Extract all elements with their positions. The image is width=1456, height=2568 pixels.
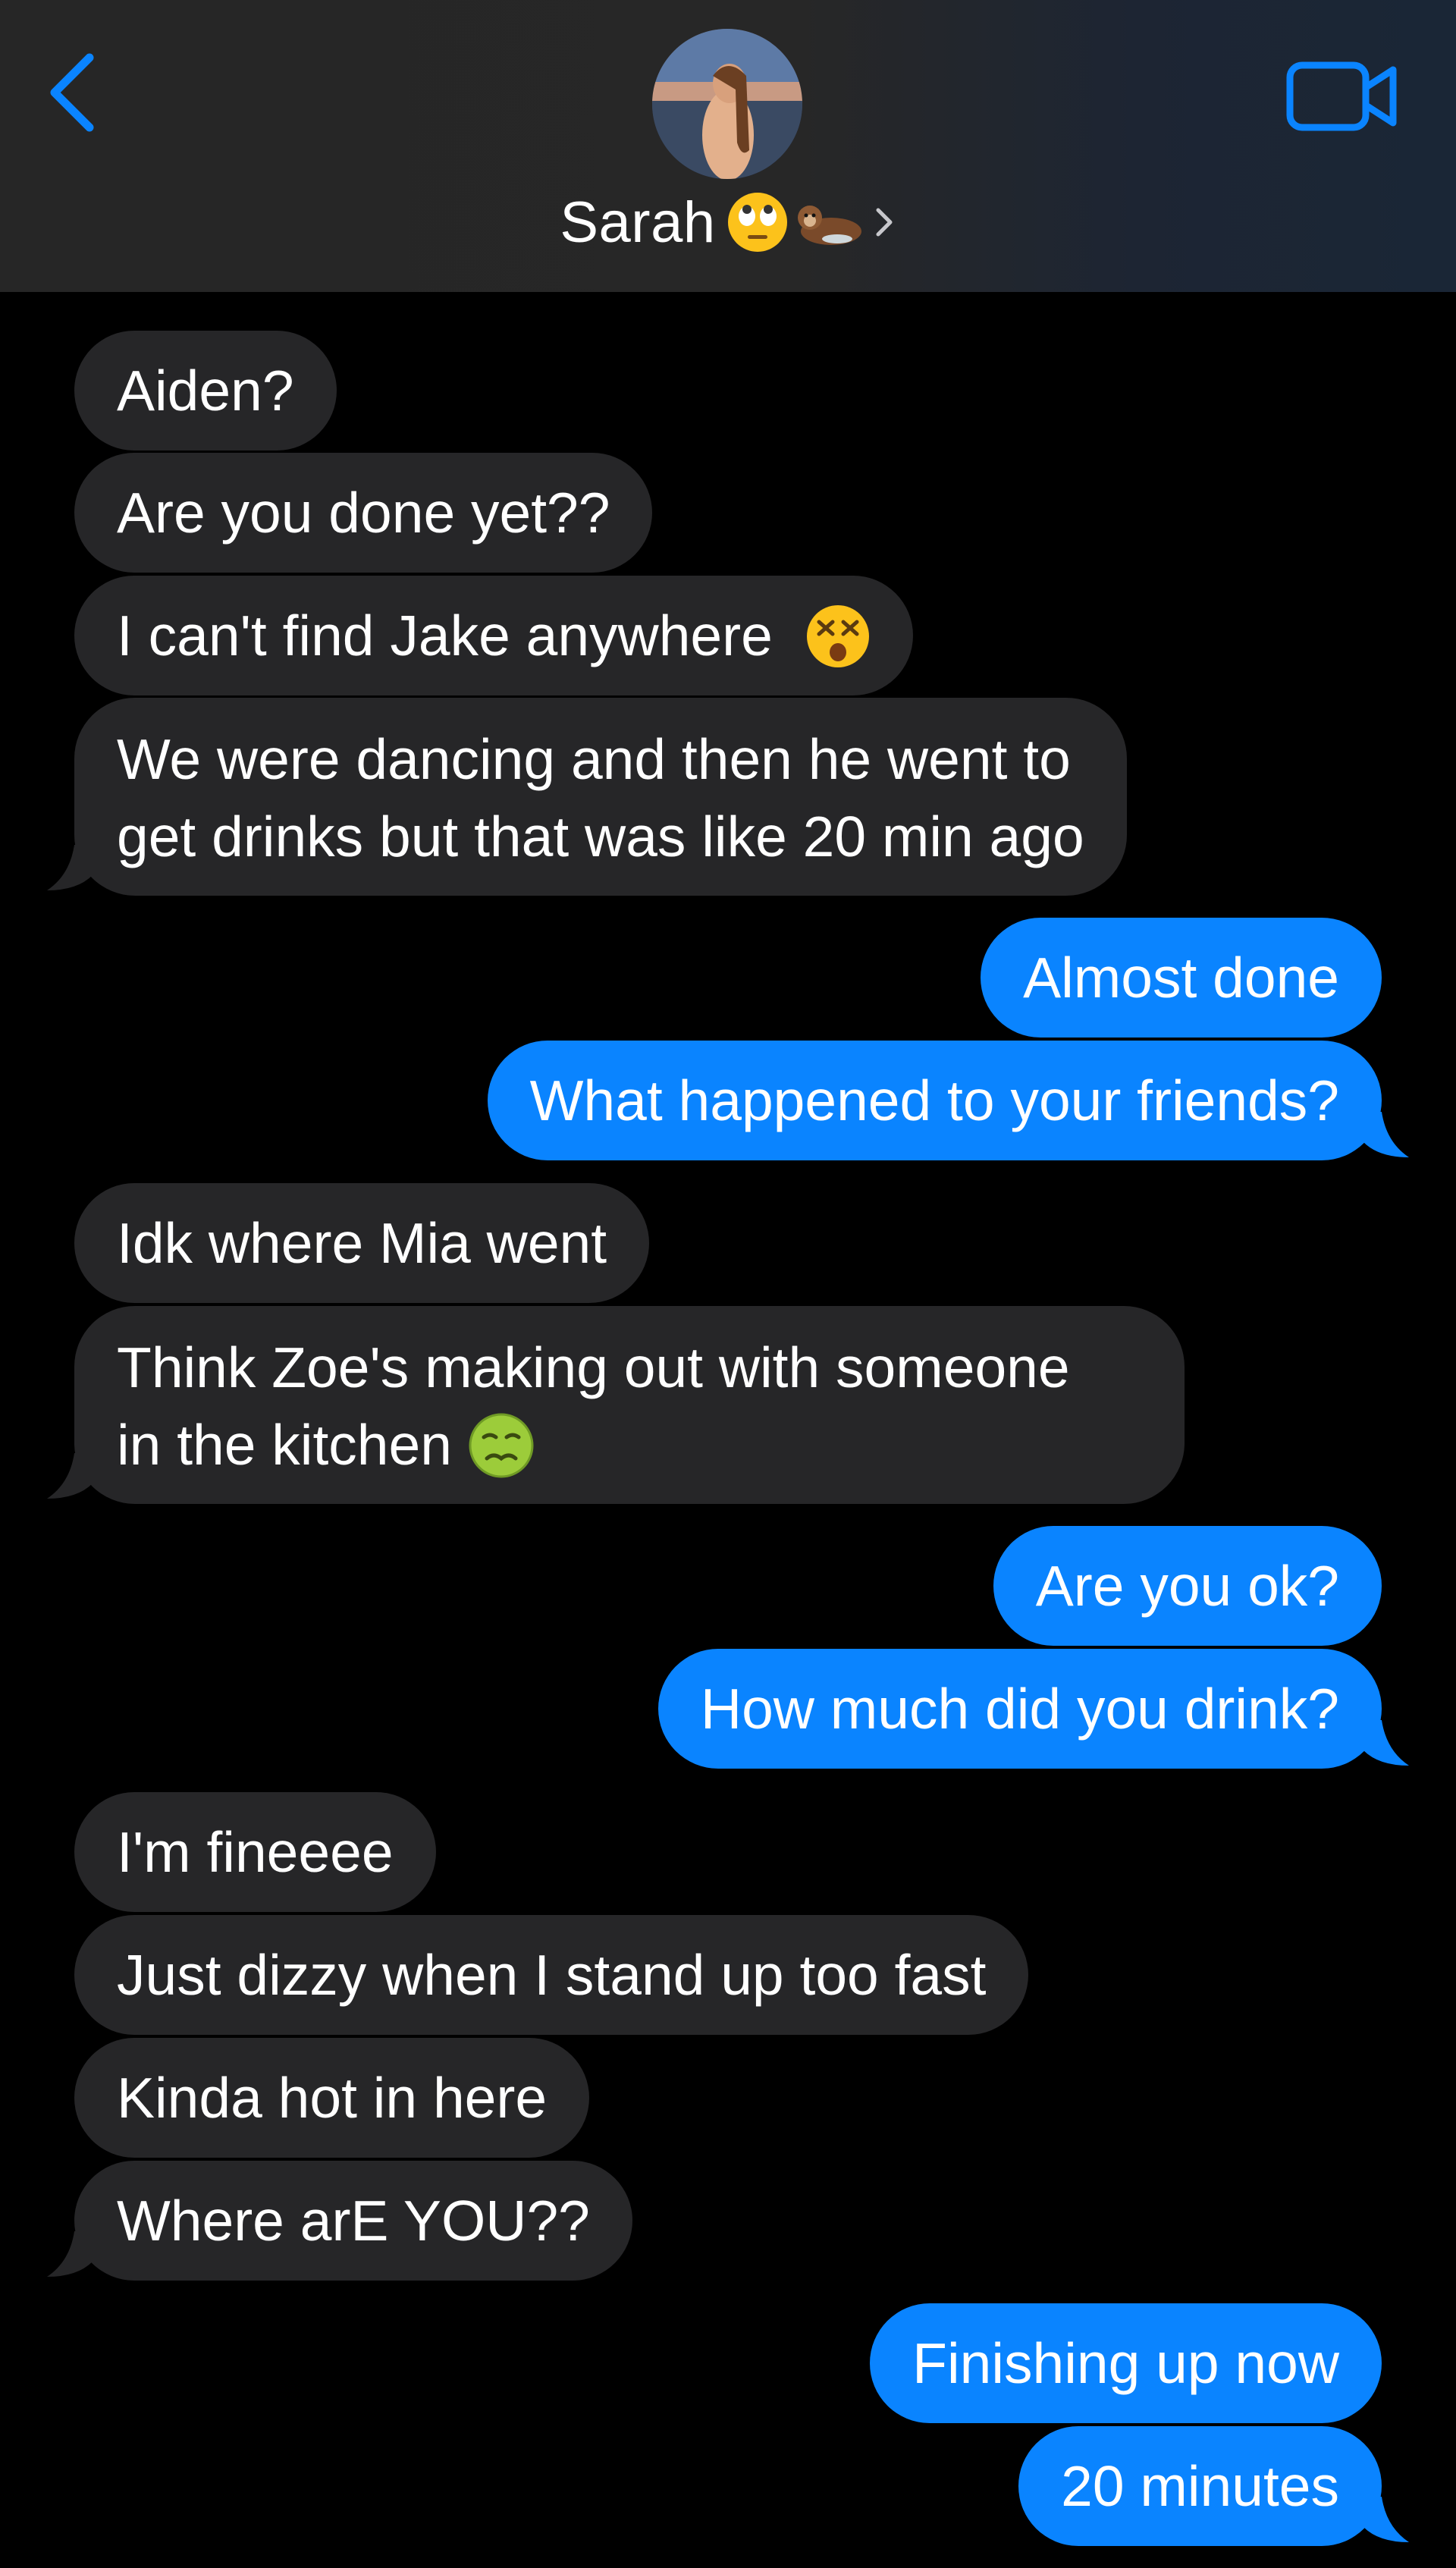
message-bubble-outgoing[interactable]: Finishing up now <box>870 2303 1382 2423</box>
message-text: I'm fineeee <box>117 1820 394 1884</box>
message-bubble-outgoing[interactable]: Almost done <box>981 918 1382 1038</box>
dizzy-face-emoji-icon <box>806 605 869 667</box>
message-bubble-outgoing[interactable]: Are you ok? <box>993 1526 1382 1646</box>
bubble-tail <box>1363 2497 1409 2542</box>
nauseated-face-emoji-icon <box>469 1413 534 1478</box>
message-bubble-incoming[interactable]: I can't find Jake anywhere <box>74 576 913 695</box>
message-bubble-incoming[interactable]: Aiden? <box>74 331 337 450</box>
message-text: Are you ok? <box>1035 1554 1339 1618</box>
message-bubble-incoming[interactable]: I'm fineeee <box>74 1792 436 1912</box>
bubble-tail <box>47 2231 93 2277</box>
message-bubble-incoming[interactable]: Are you done yet?? <box>74 453 653 573</box>
message-text: Where arE YOU?? <box>117 2189 590 2252</box>
message-text-line: Think Zoe's making out with someone <box>117 1336 1070 1399</box>
message-text: 20 minutes <box>1061 2454 1339 2518</box>
message-bubble-incoming[interactable]: Idk where Mia went <box>74 1183 650 1303</box>
message-text: Idk where Mia went <box>117 1211 607 1275</box>
message-bubble-incoming[interactable]: Just dizzy when I stand up too fast <box>74 1915 1029 2035</box>
message-text: Just dizzy when I stand up too fast <box>117 1943 987 2007</box>
message-bubble-incoming[interactable]: We were dancing and then he went to get … <box>74 698 1127 896</box>
bubble-tail <box>47 1453 93 1499</box>
message-text-line: get drinks but that was like 20 min ago <box>117 805 1084 868</box>
message-text-line: in the kitchen <box>117 1413 452 1477</box>
bubble-tail <box>1363 1720 1409 1766</box>
message-text: How much did you drink? <box>700 1677 1339 1741</box>
message-bubble-incoming[interactable]: Kinda hot in here <box>74 2038 590 2158</box>
bubble-tail <box>47 845 93 890</box>
message-text: Aiden? <box>117 359 294 422</box>
message-bubble-incoming[interactable]: Where arE YOU?? <box>74 2161 632 2281</box>
bubble-tail <box>1363 1112 1409 1157</box>
message-bubble-outgoing[interactable]: How much did you drink? <box>657 1649 1382 1769</box>
message-text: What happened to your friends? <box>529 1069 1339 1132</box>
message-bubble-outgoing[interactable]: 20 minutes <box>1018 2426 1382 2546</box>
message-text: Are you done yet?? <box>117 481 610 545</box>
message-text: Almost done <box>1023 946 1339 1009</box>
message-text: Kinda hot in here <box>117 2066 548 2130</box>
message-text-line: We were dancing and then he went to <box>117 727 1071 791</box>
message-bubble-incoming[interactable]: Think Zoe's making out with someone in t… <box>74 1306 1185 1504</box>
message-text: I can't find Jake anywhere <box>117 604 773 667</box>
message-bubble-outgoing[interactable]: What happened to your friends? <box>487 1041 1382 1160</box>
message-text: Finishing up now <box>912 2331 1339 2395</box>
message-thread[interactable]: Aiden? Are you done yet?? I can't find J… <box>0 0 1456 2568</box>
